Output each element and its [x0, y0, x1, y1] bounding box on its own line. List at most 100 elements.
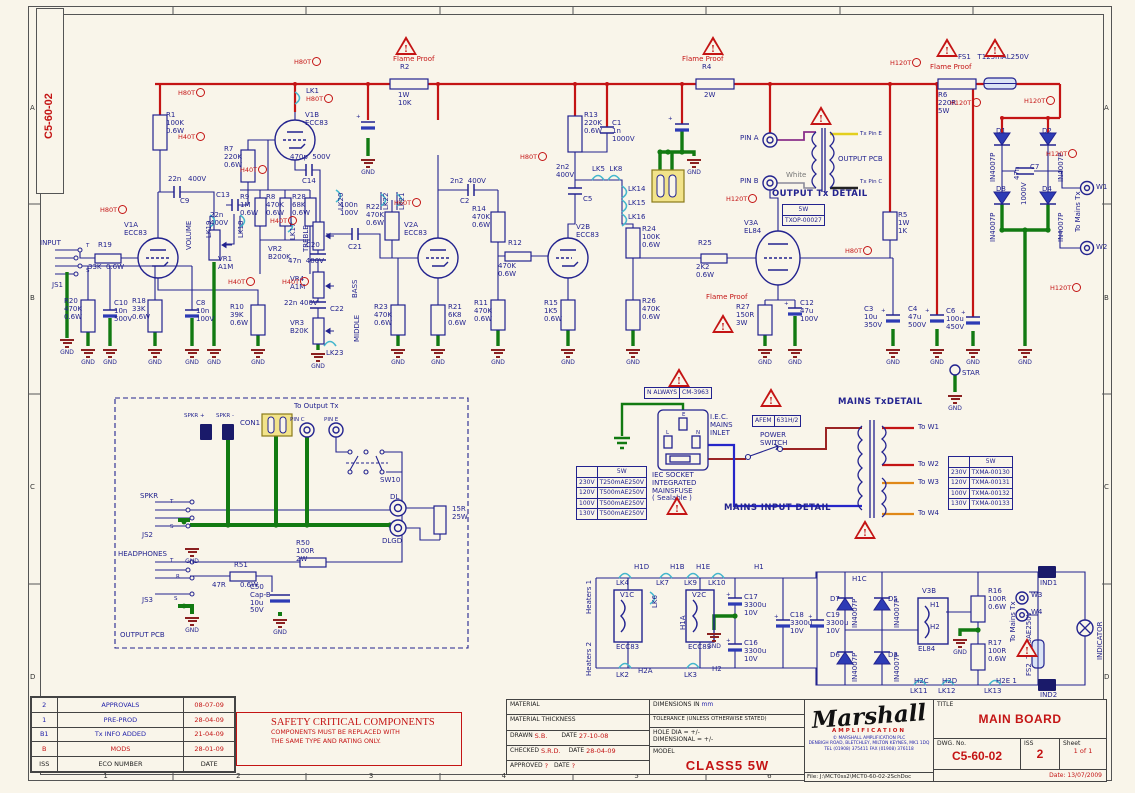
table-cell: 100V — [576, 497, 598, 509]
dwg-cell: DWG. No. C5-60-02 — [934, 739, 1021, 769]
grid-col-label: 3 — [368, 772, 374, 780]
table-row: 100V TXMA-00132 — [948, 487, 1013, 499]
approved-date: ? — [571, 761, 576, 770]
revision-row: 2 APPROVALS 08-07-09 — [31, 697, 235, 713]
table-cell: TXMA-00131 — [968, 477, 1013, 489]
table-cell: TXMA-00133 — [968, 498, 1013, 510]
revision-row: B MODS 28-01-09 — [31, 741, 235, 758]
table-row: AFEM 631H/2 — [752, 415, 802, 427]
material-thickness-label: MATERIAL THICKNESS — [507, 715, 649, 731]
drawn-date: 27-10-08 — [578, 731, 609, 740]
table-cell: T250mAE250V — [596, 476, 647, 488]
table-cell: 5W — [596, 466, 647, 478]
table-row: N ALWAYS CM-3963 — [643, 387, 712, 399]
marshall-logo: Marshall AMPLIFICATION © MARSHALL AMPLIF… — [805, 699, 933, 772]
revision-cell: 28-01-09 — [183, 741, 235, 758]
drawing-title: MAIN BOARD — [978, 712, 1062, 726]
table-row: 120V TXMA-00131 — [948, 477, 1013, 489]
table-cell: TXMA-00132 — [968, 487, 1013, 499]
revision-cell: PRE-PROD — [56, 711, 185, 728]
safety-line2: THE SAME TYPE AND RATING ONLY. — [271, 737, 381, 745]
grid-row-label: C — [30, 483, 35, 492]
table-row: 5W — [576, 466, 647, 478]
grid-row-label: B — [1104, 293, 1109, 302]
table-row: 100V T500mAE250V — [576, 497, 647, 509]
revision-cell: 28-04-09 — [183, 711, 235, 728]
checked-value: S.R.D. — [540, 746, 561, 755]
revision-cell: APPROVALS — [56, 697, 185, 713]
revision-table: 2 APPROVALS 08-07-09 1 PRE-PROD 28-04-09 B1 Tx … — [30, 696, 236, 773]
checked-label: CHECKED — [510, 746, 540, 754]
drawn-value: S.B. — [534, 731, 548, 740]
table-row: TXOP-00027 — [782, 214, 825, 226]
revision-row: 1 PRE-PROD 28-04-09 — [31, 711, 235, 728]
iss-label: ISS — [1024, 740, 1034, 747]
model-row: MODEL CLASS5 5W — [650, 747, 805, 774]
grid-row-label: C — [1104, 483, 1109, 492]
approved-row: APPROVED ? DATE ? — [507, 761, 649, 774]
table-row: 230V T250mAE250V — [576, 476, 647, 488]
table-cell: 631H/2 — [773, 415, 802, 427]
grid-row-label: A — [30, 103, 35, 112]
table-cell — [576, 466, 598, 478]
schematic-sheet: C5-60-02 12345678AABBCCDD — [0, 0, 1135, 793]
revision-cell: ECO NUMBER — [56, 756, 185, 772]
title-cell: TITLE MAIN BOARD — [934, 700, 1106, 739]
table-cell: 5W — [782, 204, 825, 216]
material-label: MATERIAL — [507, 700, 649, 715]
table-cell: T500mAE250V — [596, 497, 647, 509]
safety-line1: COMPONENTS MUST BE REPLACED WITH — [271, 729, 400, 736]
revision-cell: DATE — [183, 756, 235, 772]
safety-title: SAFETY CRITICAL COMPONENTS — [271, 717, 435, 728]
title-block: Marshall AMPLIFICATION © MARSHALL AMPLIF… — [804, 699, 1107, 782]
revision-row: ISS ECO NUMBER DATE — [31, 756, 235, 772]
revision-cell: MODS — [56, 741, 185, 758]
revision-cell: 2 — [31, 697, 58, 713]
table-row: 130V T500mAE250V — [576, 508, 647, 520]
iss-value: 2 — [1036, 747, 1044, 761]
table-cell: 100V — [948, 487, 970, 499]
table-row: 230V TXMA-00130 — [948, 466, 1013, 478]
table-cell: CM-3963 — [679, 387, 712, 399]
title-label: TITLE — [937, 701, 954, 708]
grid-row-label: D — [1104, 673, 1110, 682]
nalways-table: N ALWAYS CM-3963 — [643, 387, 712, 399]
table-cell: 230V — [948, 466, 970, 478]
grid-row-label: D — [30, 673, 36, 682]
checked-row: CHECKED S.R.D. DATE 28-04-09 — [507, 746, 649, 761]
doc-code-text: C5-60-02 — [43, 93, 55, 139]
table-row: 5W — [948, 456, 1013, 468]
safety-warning-box: SAFETY CRITICAL COMPONENTS COMPONENTS MU… — [236, 712, 462, 766]
doc-code-box: C5-60-02 — [36, 8, 64, 194]
checked-date: 28-04-09 — [586, 746, 616, 755]
dims-unit: mm — [701, 701, 714, 708]
table-cell: 130V — [948, 498, 970, 510]
revision-cell: ISS — [31, 756, 58, 772]
revision-cell: 21-04-09 — [183, 726, 235, 743]
table-cell: 230V — [576, 476, 598, 488]
revision-row: B1 Tx INFO ADDED 21-04-09 — [31, 726, 235, 743]
dwg-number: C5-60-02 — [951, 749, 1003, 763]
revision-cell: Tx INFO ADDED — [56, 726, 185, 743]
grid-col-label: 1 — [103, 772, 108, 780]
sheet-cell: Sheet 1 of 1 — [1060, 739, 1106, 769]
revision-cell: B — [31, 741, 58, 758]
mains-fuse-table: 5W 230V T250mAE250V 120V T500mAE250V 100V T500… — [576, 466, 647, 520]
approved-label: APPROVED — [510, 761, 543, 769]
revision-cell: 1 — [31, 711, 58, 728]
table-cell — [948, 456, 970, 468]
date-label: DATE — [561, 731, 577, 739]
table-cell: 130V — [576, 508, 598, 520]
material-block: MATERIAL MATERIAL THICKNESS DRAWN S.B. D… — [506, 699, 806, 775]
sheet-label: Sheet — [1063, 740, 1081, 747]
date-value: Date: 13/07/2009 — [1049, 772, 1102, 779]
table-cell: TXMA-00130 — [968, 466, 1013, 478]
table-cell: T500mAE250V — [596, 487, 647, 499]
table-cell: N ALWAYS — [643, 387, 681, 399]
sheet-value: 1 of 1 — [1073, 747, 1093, 755]
table-cell: 5W — [968, 456, 1013, 468]
revision-cell: 08-07-09 — [183, 697, 235, 713]
table-cell: TXOP-00027 — [782, 214, 825, 226]
drawn-row: DRAWN S.B. DATE 27-10-08 — [507, 731, 649, 746]
table-cell: 120V — [576, 487, 598, 499]
